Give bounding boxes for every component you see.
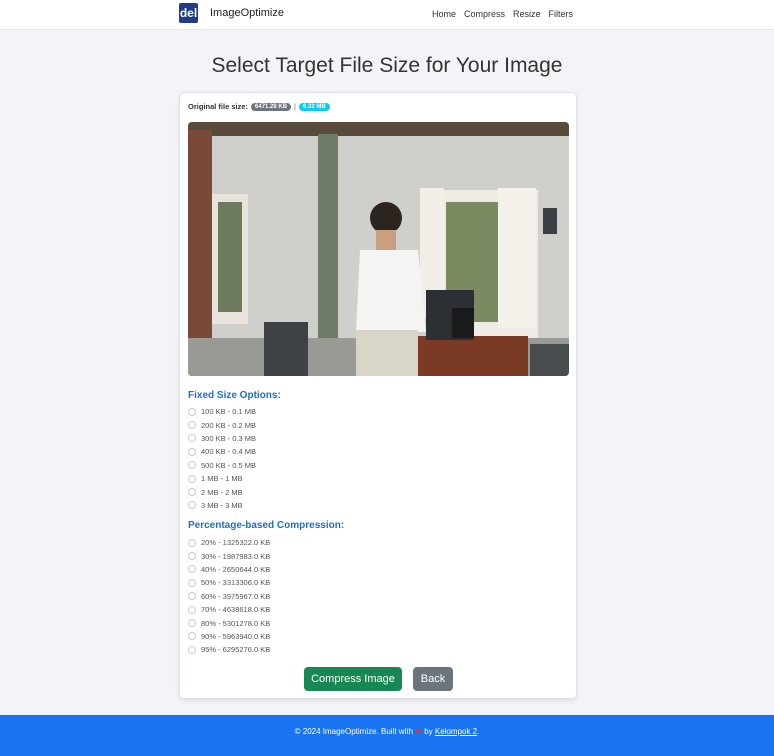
file-size-mb-badge: 6.32 MB [299, 102, 330, 111]
percentage-option-label: 70% - 4638618.0 KB [201, 605, 271, 615]
file-size-kb-badge: 6471.28 KB [251, 102, 292, 111]
footer-copyright: © 2024 ImageOptimize. Built with [294, 727, 414, 736]
file-size-label: Original file size: [188, 102, 249, 111]
radio-button[interactable] [188, 488, 196, 497]
fixed-option-label: 1 MB - 1 MB [201, 474, 243, 484]
fixed-option[interactable]: 3 MB - 3 MB [188, 499, 256, 512]
fixed-option[interactable]: 300 KB - 0.3 MB [188, 432, 256, 445]
percentage-option-label: 90% - 5963940.0 KB [201, 631, 271, 641]
radio-button[interactable] [188, 619, 196, 628]
radio-button[interactable] [188, 552, 196, 561]
percentage-option-label: 50% - 3313306.0 KB [201, 578, 271, 588]
radio-button[interactable] [188, 538, 196, 547]
fixed-option[interactable]: 200 KB - 0.2 MB [188, 418, 256, 431]
compress-image-button[interactable]: Compress Image [304, 667, 402, 691]
fixed-option-label: 300 KB - 0.3 MB [201, 433, 257, 443]
fixed-option[interactable]: 400 KB - 0.4 MB [188, 445, 256, 458]
fixed-option-label: 500 KB - 0.5 MB [201, 460, 257, 470]
radio-button[interactable] [188, 474, 196, 483]
fixed-option[interactable]: 2 MB - 2 MB [188, 485, 256, 498]
percentage-option[interactable]: 90% - 5963940.0 KB [188, 630, 270, 643]
percentage-compression-title: Percentage-based Compression: [188, 520, 345, 531]
radio-button[interactable] [188, 461, 196, 470]
radio-button[interactable] [188, 421, 196, 430]
percentage-option-label: 20% - 1325322.0 KB [201, 538, 271, 548]
radio-button[interactable] [188, 447, 196, 456]
percentage-option[interactable]: 80% - 5301278.0 KB [188, 616, 270, 629]
percentage-option-label: 95% - 6295276.0 KB [201, 645, 271, 655]
radio-button[interactable] [188, 578, 196, 587]
radio-button[interactable] [188, 605, 196, 614]
nav-link-home[interactable]: Home [432, 9, 456, 19]
radio-button[interactable] [188, 407, 196, 416]
options-card: Original file size: 6471.28 KB | 6.32 MB [179, 92, 577, 699]
radio-button[interactable] [188, 565, 196, 574]
fixed-option-label: 400 KB - 0.4 MB [201, 447, 257, 457]
percentage-option-label: 80% - 5301278.0 KB [201, 618, 271, 628]
footer-team-link[interactable]: Kelompok 2 [435, 727, 477, 736]
fixed-size-options-title: Fixed Size Options: [188, 390, 281, 401]
footer-by: by [424, 727, 433, 736]
fixed-option[interactable]: 100 KB - 0.1 MB [188, 405, 256, 418]
nav-link-filters[interactable]: Filters [549, 9, 574, 19]
radio-button[interactable] [188, 592, 196, 601]
nav-link-resize[interactable]: Resize [513, 9, 541, 19]
fixed-option-label: 2 MB - 2 MB [201, 487, 243, 497]
percentage-option-label: 60% - 3975967.0 KB [201, 591, 271, 601]
fixed-option[interactable]: 500 KB - 0.5 MB [188, 459, 256, 472]
brand-name[interactable]: ImageOptimize [210, 7, 284, 19]
heart-icon: ❤ [415, 727, 422, 736]
radio-button[interactable] [188, 434, 196, 443]
percentage-options-list: 20% - 1325322.0 KB 30% - 1987983.0 KB 40… [188, 536, 270, 657]
back-button[interactable]: Back [413, 667, 453, 691]
footer-suffix: . [477, 727, 480, 736]
percentage-option[interactable]: 50% - 3313306.0 KB [188, 576, 270, 589]
image-preview-photo [188, 122, 569, 376]
fixed-size-options-list: 100 KB - 0.1 MB 200 KB - 0.2 MB 300 KB -… [188, 405, 256, 512]
footer: © 2024 ImageOptimize. Built with ❤ by Ke… [0, 715, 774, 756]
file-size-separator: | [294, 102, 296, 111]
radio-button[interactable] [188, 645, 196, 654]
brand-logo-icon: del [179, 3, 198, 23]
radio-button[interactable] [188, 632, 196, 641]
file-size-info: Original file size: 6471.28 KB | 6.32 MB [188, 102, 330, 111]
brand[interactable]: del ImageOptimize [179, 3, 284, 23]
percentage-option[interactable]: 95% - 6295276.0 KB [188, 643, 270, 656]
image-preview [188, 122, 569, 376]
percentage-option-label: 40% - 2650644.0 KB [201, 564, 271, 574]
percentage-option[interactable]: 60% - 3975967.0 KB [188, 590, 270, 603]
percentage-option[interactable]: 30% - 1987983.0 KB [188, 549, 270, 562]
fixed-option-label: 200 KB - 0.2 MB [201, 420, 257, 430]
fixed-option[interactable]: 1 MB - 1 MB [188, 472, 256, 485]
nav-links: Home Compress Resize Filters [432, 9, 573, 19]
percentage-option-label: 30% - 1987983.0 KB [201, 551, 271, 561]
percentage-option[interactable]: 20% - 1325322.0 KB [188, 536, 270, 549]
percentage-option[interactable]: 70% - 4638618.0 KB [188, 603, 270, 616]
radio-button[interactable] [188, 501, 196, 510]
percentage-option[interactable]: 40% - 2650644.0 KB [188, 563, 270, 576]
fixed-option-label: 100 KB - 0.1 MB [201, 407, 257, 417]
nav-link-compress[interactable]: Compress [464, 9, 505, 19]
navbar: del ImageOptimize Home Compress Resize F… [0, 0, 774, 30]
fixed-option-label: 3 MB - 3 MB [201, 500, 243, 510]
page-title: Select Target File Size for Your Image [211, 54, 563, 77]
